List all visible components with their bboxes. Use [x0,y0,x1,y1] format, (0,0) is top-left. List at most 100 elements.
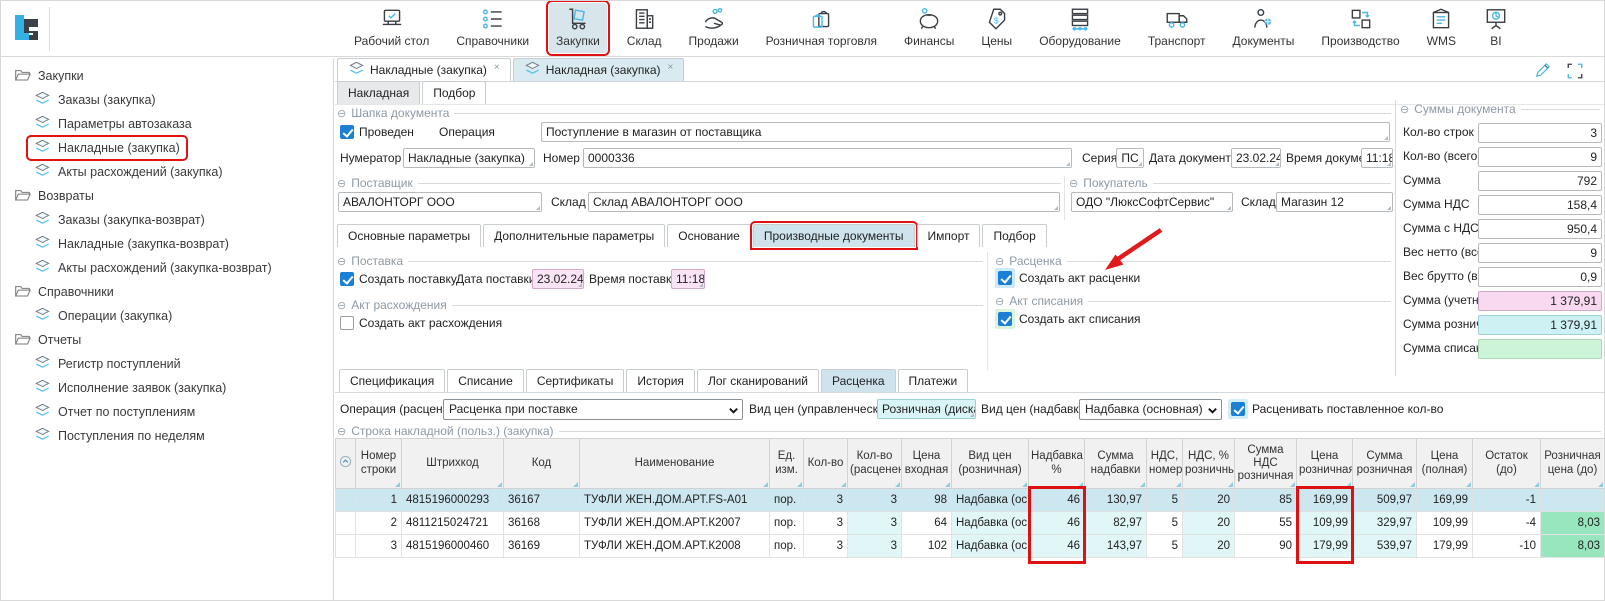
tree-row-inner[interactable]: Операции (закупка) [29,306,177,326]
markup-price-select[interactable]: Надбавка (основная) [1079,399,1222,420]
sums-row-value[interactable]: 950,4 [1478,219,1602,239]
column-header-штрихкод[interactable]: Штрихкод [402,439,504,489]
table-cell[interactable]: 82,97 [1085,512,1147,535]
table-cell[interactable]: 55 [1235,512,1297,535]
param-tab-дополнительные-параметры[interactable]: Дополнительные параметры [483,224,665,247]
collapse-icon[interactable]: ⊖ [337,299,346,312]
detail-tab-платежи[interactable]: Платежи [898,369,969,392]
collapse-icon[interactable]: ⊖ [1400,103,1409,116]
column-header-кол-во[interactable]: Кол-во [804,439,848,489]
collapse-icon[interactable]: ⊖ [337,255,346,268]
delivery-date-input[interactable]: 23.02.24 [532,269,584,289]
tree-row-inner[interactable]: Возвраты [9,186,99,206]
detail-tab-расценка[interactable]: Расценка [821,369,896,392]
param-tab-подбор[interactable]: Подбор [982,224,1046,247]
numerator-input[interactable]: Накладные (закупка) [403,148,535,168]
toolbar-item-продажи[interactable]: Продажи [682,3,746,53]
column-header-сумма-розничная[interactable]: Сумма розничная [1353,439,1417,489]
buyer-input[interactable]: ОДО "ЛюксСофтСервис" [1071,192,1233,212]
tree-row-inner[interactable]: Параметры автозаказа [29,114,197,134]
table-cell[interactable]: 109,99 [1297,512,1353,535]
detail-tab-спецификация[interactable]: Спецификация [339,369,445,392]
table-cell[interactable]: Надбавка (ос [952,512,1029,535]
tree-row-inner[interactable]: Отчет по поступлениям [29,402,200,422]
row-selector-cell[interactable] [336,535,356,558]
doc-time-input[interactable]: 11:18 [1361,148,1393,168]
table-cell[interactable]: 20 [1183,512,1235,535]
table-cell[interactable]: ТУФЛИ ЖЕН.ДОМ.АРТ.К2007 [580,512,770,535]
close-icon[interactable]: × [494,62,500,73]
sums-row-value[interactable]: 792 [1478,171,1602,191]
sums-row-value[interactable]: 9 [1478,243,1602,263]
row-selector-cell[interactable] [336,512,356,535]
collapse-icon[interactable]: ⊖ [337,107,346,120]
table-cell[interactable]: 8,03 [1541,512,1605,535]
toolbar-item-закупки[interactable]: Закупки [549,3,607,53]
table-cell[interactable]: 98 [902,489,952,512]
table-cell[interactable]: пор. [770,512,804,535]
tree-item-регистр-поступлений[interactable]: Регистр поступлений [1,352,333,376]
tree-row-inner[interactable]: Накладные (закупка) [29,138,185,158]
table-cell[interactable]: 20 [1183,489,1235,512]
column-header-кол-во-расценено-[interactable]: Кол-во (расценено) [848,439,902,489]
table-cell[interactable]: 5 [1147,512,1183,535]
table-cell[interactable]: 90 [1235,535,1297,558]
table-cell[interactable]: 143,97 [1085,535,1147,558]
table-cell[interactable]: ТУФЛИ ЖЕН.ДОМ.АРТ.FS-A01 [580,489,770,512]
tree-row-inner[interactable]: Справочники [9,282,119,302]
column-header-сумма-надбавки[interactable]: Сумма надбавки [1085,439,1147,489]
column-header-надбавка-[interactable]: Надбавка, % [1029,439,1085,489]
tree-item-акты-расхождений-закупка-[interactable]: Акты расхождений (закупка) [1,160,333,184]
table-cell[interactable]: 5 [1147,489,1183,512]
table-cell[interactable]: 102 [902,535,952,558]
detail-tab-история[interactable]: История [626,369,695,392]
column-header-остаток-до-[interactable]: Остаток (до) [1473,439,1541,489]
collapse-icon[interactable]: ⊖ [995,255,1004,268]
table-cell[interactable]: 85 [1235,489,1297,512]
doc-tab-накладная-закупка-[interactable]: Накладная (закупка)× [513,58,685,81]
tree-row-inner[interactable]: Накладные (закупка-возврат) [29,234,234,254]
table-cell[interactable]: 109,99 [1417,512,1473,535]
row-selector-cell[interactable] [336,489,356,512]
table-cell[interactable]: 5 [1147,535,1183,558]
tree-row-inner[interactable]: Заказы (закупка-возврат) [29,210,210,230]
view-tab-накладная[interactable]: Накладная [337,81,420,104]
tree-row-inner[interactable]: Исполнение заявок (закупка) [29,378,231,398]
tree-item-акты-расхождений-закупка-возврат-[interactable]: Акты расхождений (закупка-возврат) [1,256,333,280]
table-cell[interactable]: 36168 [504,512,580,535]
tree-item-заказы-закупка-возврат-[interactable]: Заказы (закупка-возврат) [1,208,333,232]
column-header-розничная-цена-до-[interactable]: Розничная цена (до) [1541,439,1605,489]
table-cell[interactable]: 169,99 [1417,489,1473,512]
table-cell[interactable]: 509,97 [1353,489,1417,512]
table-cell[interactable]: 3 [804,512,848,535]
table-cell[interactable]: 3 [848,535,902,558]
pricing-operation-select[interactable]: Расценка при поставке [443,399,743,420]
tree-item-поступления-по-неделям[interactable]: Поступления по неделям [1,424,333,448]
table-cell[interactable]: 46 [1029,535,1085,558]
column-header-цена-входная[interactable]: Цена входная [902,439,952,489]
toolbar-item-розничная-торговля[interactable]: Розничная торговля [759,3,884,53]
table-cell[interactable]: 20 [1183,535,1235,558]
column-header-сумма-ндс-розничная[interactable]: Сумма НДС розничная [1235,439,1297,489]
tree-item-исполнение-заявок-закупка-[interactable]: Исполнение заявок (закупка) [1,376,333,400]
toolbar-item-цены[interactable]: $Цены [974,3,1019,53]
create-delivery-checkbox[interactable] [340,272,354,286]
param-tab-импорт[interactable]: Импорт [917,224,981,247]
table-cell[interactable]: Надбавка (ос [952,535,1029,558]
toolbar-item-рабочий-стол[interactable]: Рабочий стол [347,3,436,53]
param-tab-основные-параметры[interactable]: Основные параметры [337,224,481,247]
sums-row-value[interactable]: 158,4 [1478,195,1602,215]
column-header-код[interactable]: Код [504,439,580,489]
delivery-time-input[interactable]: 11:18 [671,269,705,289]
table-row[interactable]: 3481519600046036169ТУФЛИ ЖЕН.ДОМ.АРТ.К20… [336,535,1605,558]
sums-row-value[interactable]: 1 379,91 [1478,315,1602,335]
toolbar-item-производство[interactable]: Производство [1314,3,1406,53]
column-header-ндс-номер[interactable]: НДС, номер [1147,439,1183,489]
tree-row-inner[interactable]: Заказы (закупка) [29,90,161,110]
table-cell[interactable]: 169,99 [1297,489,1353,512]
buyer-warehouse-input[interactable]: Магазин 12 [1276,192,1393,212]
tree-folder-возвраты[interactable]: Возвраты [1,184,333,208]
table-row[interactable]: 1481519600029336167ТУФЛИ ЖЕН.ДОМ.АРТ.FS-… [336,489,1605,512]
toolbar-item-wms[interactable]: WMS [1420,3,1463,53]
table-cell[interactable]: 3 [848,489,902,512]
